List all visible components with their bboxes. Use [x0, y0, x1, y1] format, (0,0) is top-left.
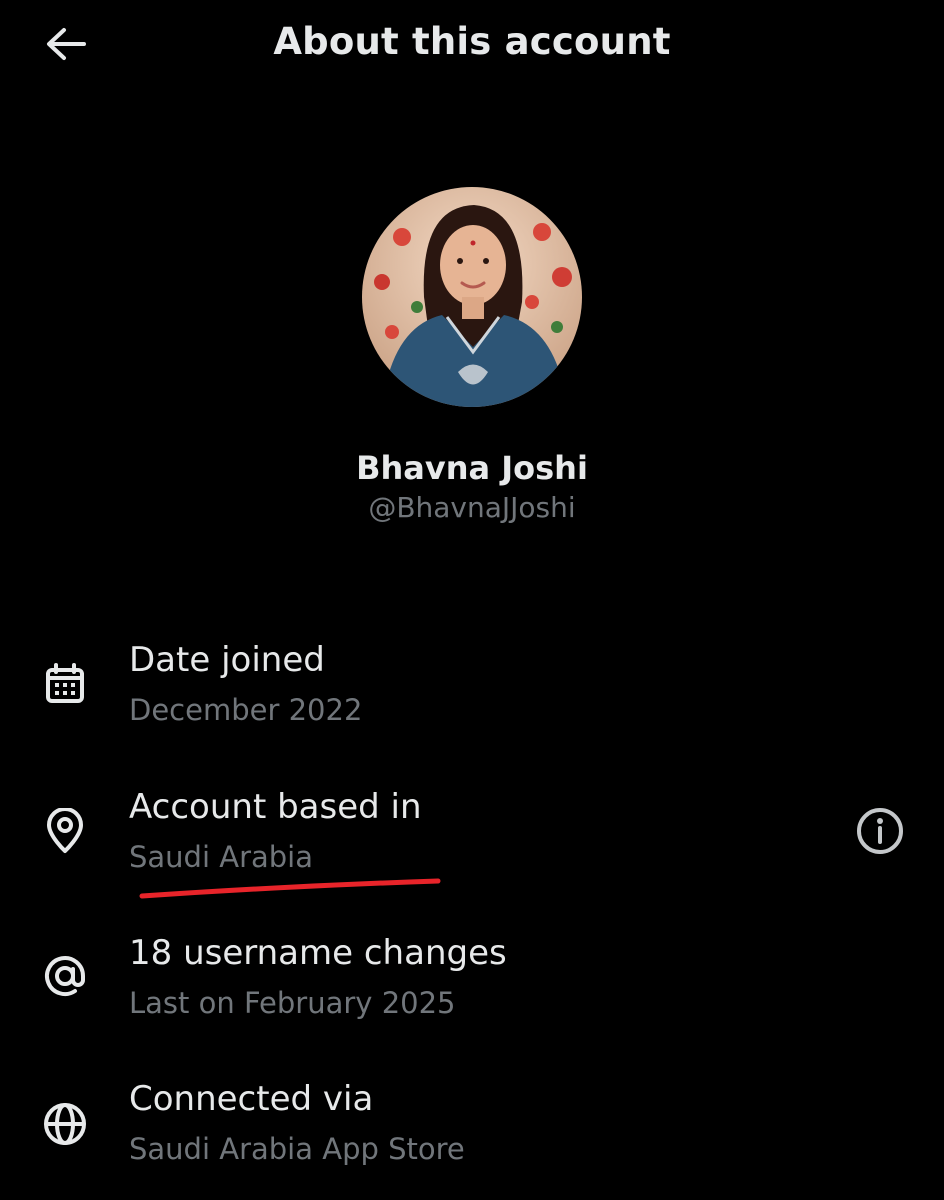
- connected-via-row: Connected via Saudi Arabia App Store: [0, 1074, 944, 1184]
- info-button[interactable]: [852, 803, 908, 859]
- date-joined-label: Date joined: [129, 640, 325, 680]
- globe-icon: [38, 1097, 92, 1151]
- date-joined-row: Date joined December 2022: [0, 636, 944, 746]
- info-icon: [857, 808, 903, 854]
- username-changes-label: 18 username changes: [129, 933, 507, 973]
- date-joined-value: December 2022: [129, 693, 363, 727]
- connected-via-value: Saudi Arabia App Store: [129, 1132, 465, 1166]
- connected-via-label: Connected via: [129, 1079, 374, 1119]
- red-underline-annotation: [139, 878, 441, 899]
- account-location-label: Account based in: [129, 787, 422, 827]
- calendar-icon: [38, 657, 92, 711]
- account-location-value: Saudi Arabia: [129, 840, 314, 874]
- page-title: About this account: [273, 20, 671, 63]
- location-pin-icon: [38, 804, 92, 858]
- username-changes-row: 18 username changes Last on February 202…: [0, 928, 944, 1038]
- avatar: [362, 187, 582, 407]
- at-sign-icon: [38, 949, 92, 1003]
- user-handle: @BhavnaJJoshi: [368, 491, 576, 524]
- username-changes-value: Last on February 2025: [129, 986, 456, 1020]
- display-name: Bhavna Joshi: [356, 449, 588, 487]
